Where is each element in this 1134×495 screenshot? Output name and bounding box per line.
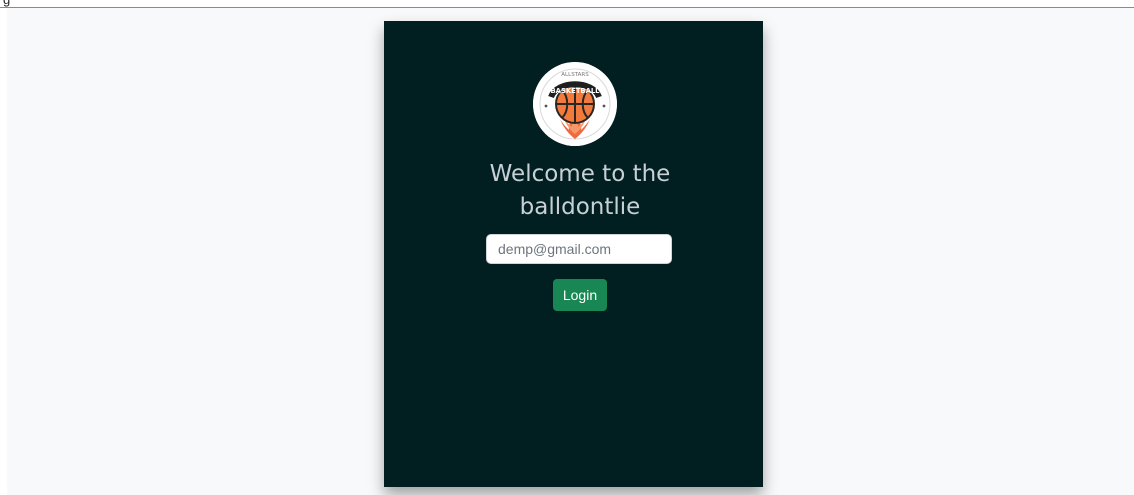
logo-ring-text: ALLSTARS (561, 72, 589, 78)
page-viewport: ALLSTARS BASKETBALL Welcome to the balld… (7, 8, 1134, 495)
top-strip-label: g (3, 0, 10, 6)
basketball-logo-icon: ALLSTARS BASKETBALL (533, 62, 617, 146)
login-button[interactable]: Login (553, 279, 607, 311)
login-card: ALLSTARS BASKETBALL Welcome to the balld… (384, 21, 763, 487)
logo-banner-text: BASKETBALL (551, 87, 601, 95)
welcome-title: Welcome to the balldontlie (489, 161, 671, 220)
email-field[interactable] (486, 234, 672, 264)
top-strip: g (0, 0, 1134, 8)
